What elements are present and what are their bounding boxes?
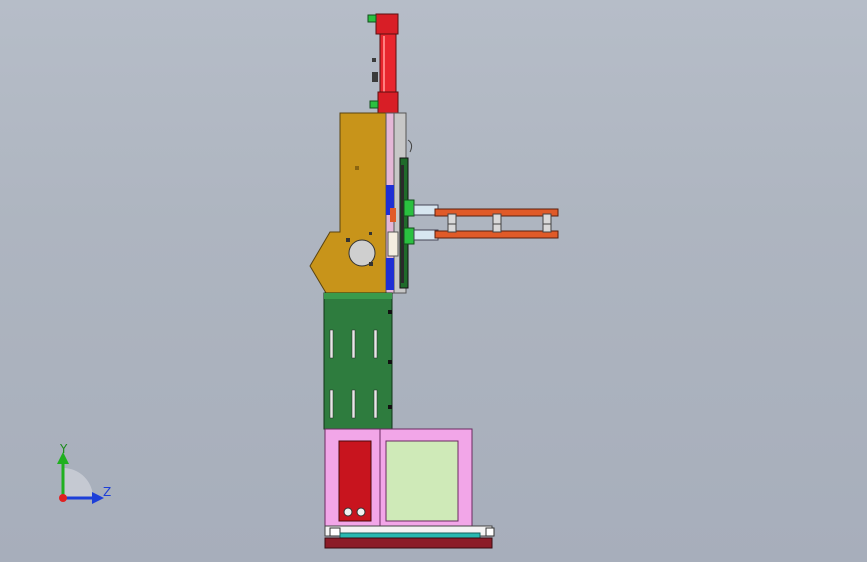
y-axis-label: Y	[59, 442, 68, 456]
x-axis-dot	[59, 494, 67, 502]
view-orientation-triad[interactable]: Y Z	[40, 440, 130, 520]
gripper-arm-upper	[403, 199, 559, 225]
gripper-arm-lower	[403, 223, 559, 245]
pneumatic-cylinder	[367, 13, 399, 115]
pink-base-frame	[324, 428, 473, 527]
machine-model-side-view[interactable]	[0, 0, 867, 562]
z-axis-label: Z	[103, 485, 111, 499]
bottom-base-plate	[324, 525, 495, 549]
green-support-column	[323, 292, 393, 430]
cad-viewport[interactable]: Y Z	[0, 0, 867, 562]
triad-plane-shading	[63, 468, 93, 498]
gold-mounting-plate	[309, 112, 387, 294]
